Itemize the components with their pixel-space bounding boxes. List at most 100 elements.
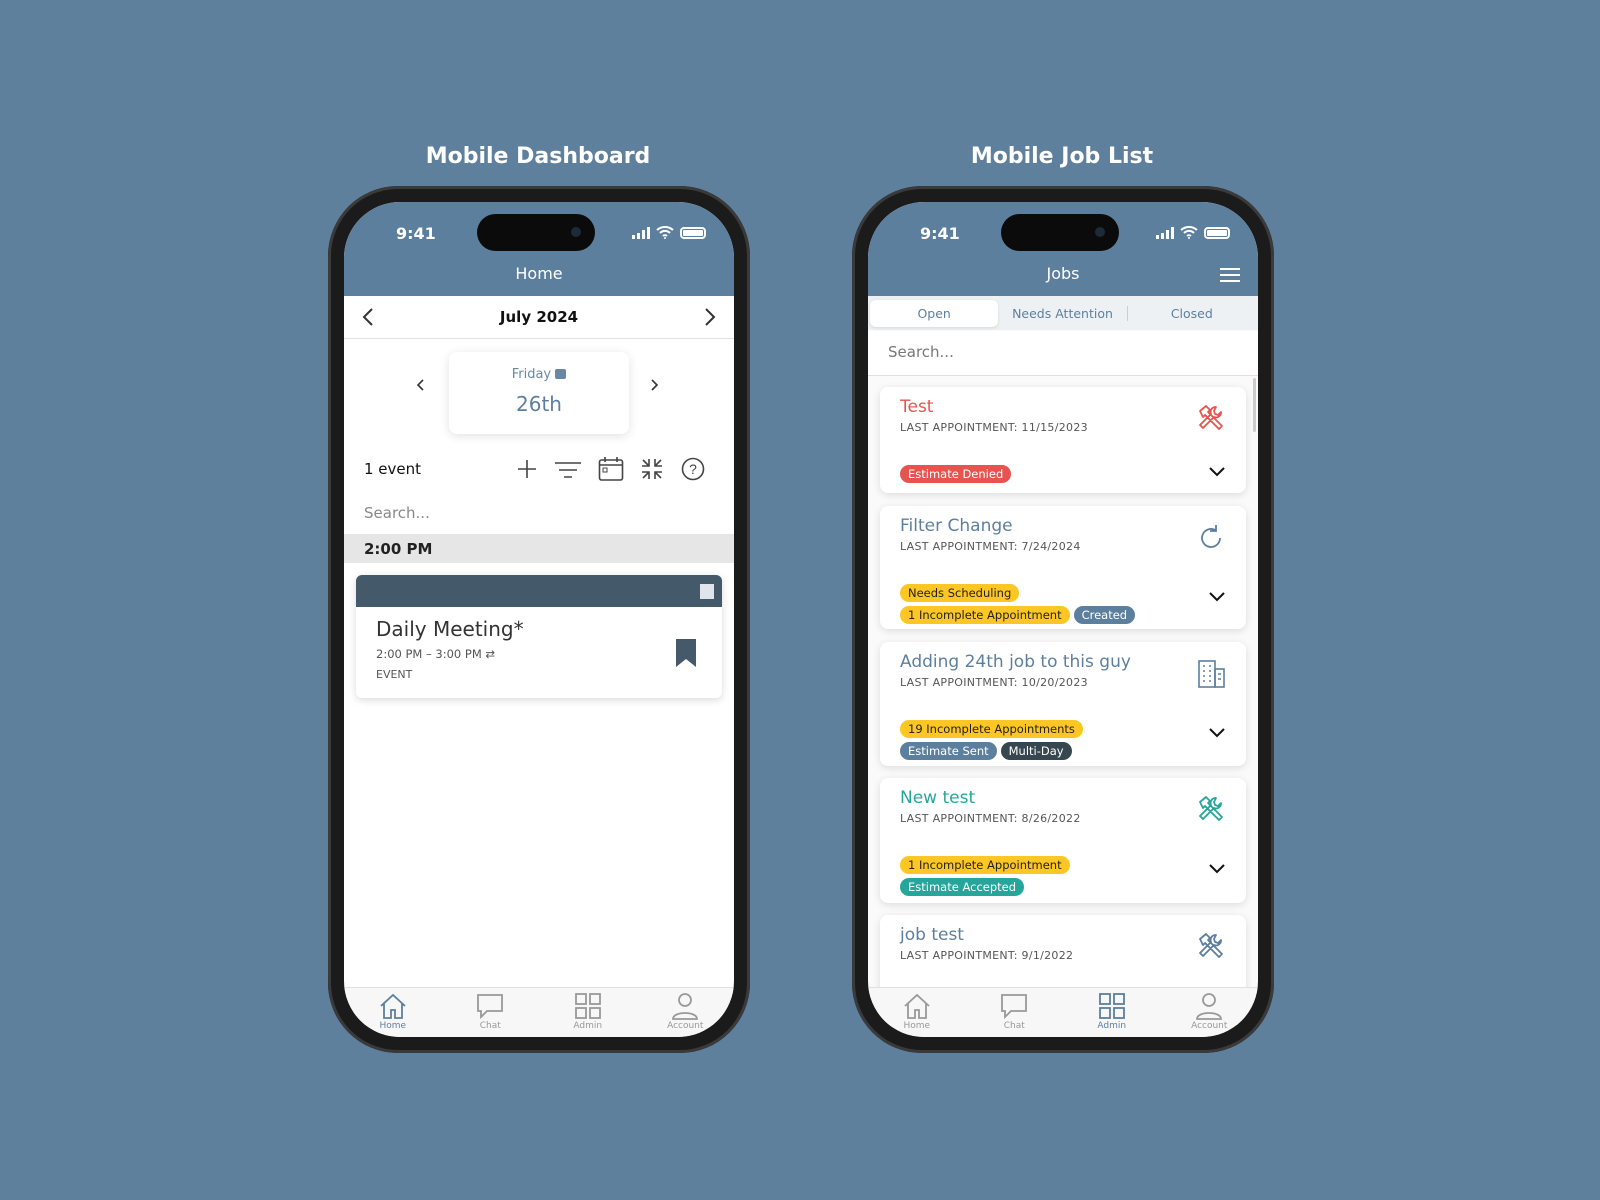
job-title: New test (900, 788, 976, 808)
dynamic-island (1001, 214, 1119, 251)
help-button[interactable]: ? (681, 457, 705, 481)
job-card[interactable]: New test LAST APPOINTMENT: 8/26/2022 1 I… (880, 778, 1246, 903)
event-type: EVENT (376, 668, 413, 681)
app-header: 9:41 Home (344, 202, 734, 296)
tools-icon (1199, 933, 1223, 958)
tag-row: 19 Incomplete Appointments (900, 720, 1083, 738)
tag-row: 1 Incomplete Appointment Created (900, 606, 1136, 624)
recurring-icon (1201, 525, 1221, 548)
status-tag: 1 Incomplete Appointment (900, 606, 1070, 624)
nav-home[interactable]: Home (868, 988, 966, 1037)
event-count: 1 event (364, 460, 422, 478)
tools-icon (1199, 405, 1223, 430)
tab-needs-attention[interactable]: Needs Attention (998, 305, 1128, 321)
nav-chat[interactable]: Chat (442, 988, 540, 1037)
month-label: July 2024 (499, 308, 579, 326)
nav-chat[interactable]: Chat (966, 988, 1064, 1037)
nav-home[interactable]: Home (344, 988, 442, 1037)
wifi-icon (656, 226, 674, 239)
calendar-icon (555, 369, 567, 379)
building-icon (700, 584, 714, 599)
phone-job-list: 9:41 Jobs Open Needs Attention Closed Se… (852, 186, 1274, 1053)
dynamic-island (477, 214, 595, 251)
last-appointment: LAST APPOINTMENT: 8/26/2022 (900, 812, 1081, 825)
status-time: 9:41 (920, 224, 960, 243)
app-header: 9:41 Jobs (868, 202, 1258, 296)
day-name: Friday (511, 367, 552, 382)
job-card[interactable]: Test LAST APPOINTMENT: 11/15/2023 Estima… (880, 387, 1246, 493)
nav-admin[interactable]: Admin (539, 988, 637, 1037)
job-tags: Estimate Denied (900, 465, 1012, 483)
last-appointment: LAST APPOINTMENT: 9/1/2022 (900, 949, 1074, 962)
job-card[interactable]: Adding 24th job to this guy LAST APPOINT… (880, 642, 1246, 766)
job-title: Adding 24th job to this guy (900, 652, 1131, 672)
battery-icon (1204, 226, 1230, 239)
dashboard-screen: 9:41 Home July 2024 Friday 26th 1 event … (344, 202, 734, 1037)
scrollbar[interactable] (1253, 378, 1256, 432)
tag-row: Estimate Sent Multi-Day (900, 742, 1083, 760)
status-tag: 19 Incomplete Appointments (900, 720, 1083, 738)
job-title: Test (900, 397, 934, 417)
tab-closed[interactable]: Closed (1128, 306, 1256, 321)
next-day-button[interactable] (651, 379, 659, 391)
status-tag: Estimate Sent (900, 742, 997, 760)
job-tags: Needs Scheduling 1 Incomplete Appointment… (900, 584, 1136, 624)
bottom-nav: Home Chat Admin Account (868, 987, 1258, 1037)
nav-account[interactable]: Account (637, 988, 735, 1037)
day-selector-card[interactable]: Friday 26th (449, 352, 629, 434)
status-icons (632, 226, 706, 239)
filter-button[interactable] (554, 460, 582, 480)
menu-icon[interactable] (1220, 268, 1240, 286)
event-title: Daily Meeting* (376, 617, 524, 641)
day-date: 26th (516, 392, 562, 416)
last-appointment: LAST APPOINTMENT: 7/24/2024 (900, 540, 1081, 553)
status-tag: Estimate Denied (900, 465, 1012, 483)
signal-icon (632, 226, 650, 239)
bookmark-icon[interactable] (676, 639, 696, 667)
job-tags: 1 Incomplete Appointment Estimate Accepte… (900, 856, 1070, 896)
event-card-header (356, 575, 722, 607)
job-tabs: Open Needs Attention Closed (868, 296, 1258, 330)
expand-chevron-icon[interactable] (1208, 588, 1226, 606)
status-tag: Multi-Day (1000, 742, 1072, 760)
caption-dashboard: Mobile Dashboard (425, 144, 651, 169)
next-month-button[interactable] (704, 308, 716, 326)
tag-row: Needs Scheduling (900, 584, 1135, 602)
last-appointment: LAST APPOINTMENT: 10/20/2023 (900, 676, 1088, 689)
last-appointment: LAST APPOINTMENT: 11/15/2023 (900, 421, 1088, 434)
repeat-icon: ⇄ (485, 647, 496, 661)
tag-row: 1 Incomplete Appointment (900, 856, 1070, 874)
nav-admin[interactable]: Admin (1063, 988, 1161, 1037)
nav-account[interactable]: Account (1161, 988, 1259, 1037)
wifi-icon (1180, 226, 1198, 239)
status-tag: 1 Incomplete Appointment (900, 856, 1070, 874)
month-bar: July 2024 (344, 296, 734, 339)
job-search-input[interactable]: Search... (868, 331, 1258, 376)
tools-icon (1199, 796, 1223, 821)
job-title: Filter Change (900, 516, 1013, 536)
event-search-input[interactable]: Search... (364, 504, 430, 522)
expand-chevron-icon[interactable] (1208, 724, 1226, 742)
jobs-screen: 9:41 Jobs Open Needs Attention Closed Se… (868, 202, 1258, 1037)
page-title: Home (515, 264, 563, 283)
status-tag: Needs Scheduling (900, 584, 1020, 602)
status-tag: Estimate Accepted (900, 878, 1025, 896)
page-title: Jobs (1046, 264, 1080, 283)
event-card[interactable]: Daily Meeting* 2:00 PM – 3:00 PM ⇄ EVENT (356, 575, 722, 698)
signal-icon (1156, 226, 1174, 239)
job-card[interactable]: Filter Change LAST APPOINTMENT: 7/24/202… (880, 506, 1246, 629)
add-event-button[interactable] (516, 458, 538, 480)
building-icon (1198, 660, 1225, 688)
status-time: 9:41 (396, 224, 436, 243)
calendar-view-button[interactable] (598, 456, 624, 482)
bottom-nav: Home Chat Admin Account (344, 987, 734, 1037)
collapse-button[interactable] (641, 458, 663, 480)
status-icons (1156, 226, 1230, 239)
tab-open[interactable]: Open (870, 299, 999, 327)
expand-chevron-icon[interactable] (1208, 860, 1226, 878)
expand-chevron-icon[interactable] (1208, 463, 1226, 481)
prev-day-button[interactable] (416, 379, 424, 391)
time-group-header: 2:00 PM (344, 534, 734, 563)
tag-row: Estimate Denied (900, 465, 1012, 483)
job-title: job test (900, 925, 964, 945)
